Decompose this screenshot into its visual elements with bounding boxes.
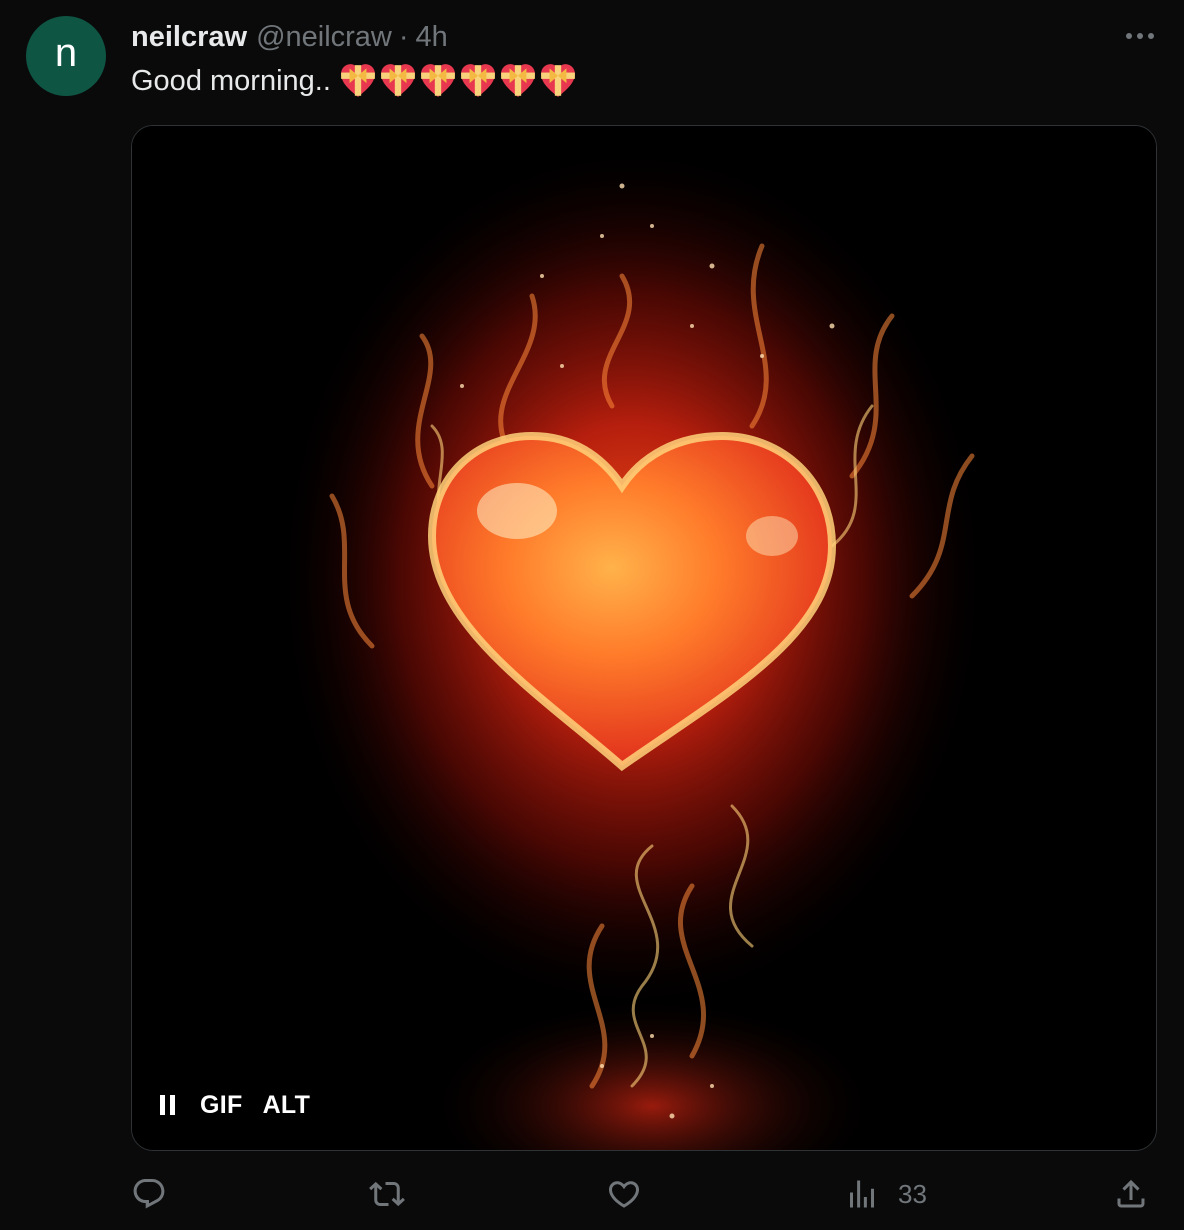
heart-with-ribbon-icon [381,64,415,97]
views-button[interactable]: 33 [844,1176,927,1212]
retweet-button[interactable] [369,1176,405,1212]
emoji-row [339,62,579,100]
avatar-letter: n [54,31,78,75]
heart-with-ribbon-icon [501,64,535,97]
reply-icon [133,1179,165,1209]
alt-text-button[interactable]: ALT [263,1091,311,1120]
share-icon [1117,1179,1145,1208]
flaming-heart-image [132,126,1156,1150]
heart-icon [608,1181,640,1208]
pause-button[interactable] [160,1094,180,1116]
gif-media[interactable]: GIF ALT [131,125,1157,1151]
timestamp[interactable]: 4h [416,21,448,54]
tweet-text: Good morning.. [131,61,579,101]
share-button[interactable] [1113,1176,1149,1212]
pause-icon-bar [160,1095,165,1115]
gif-badge: GIF [200,1090,243,1119]
display-name[interactable]: neilcraw [131,21,247,54]
header-separator: · [398,20,409,53]
more-dots-icon [1126,33,1154,39]
views-icon [850,1180,874,1208]
heart-with-ribbon-icon [421,64,455,97]
user-handle[interactable]: @neilcraw [256,21,392,54]
media-controls: GIF ALT [160,1088,330,1122]
more-options-button[interactable] [1120,22,1160,50]
heart-with-ribbon-icon [541,64,575,97]
heart-with-ribbon-icon [341,64,375,97]
tweet-text-content: Good morning.. [131,64,331,97]
views-count: 33 [898,1178,927,1209]
reply-button[interactable] [131,1176,167,1212]
heart-with-ribbon-icon [461,64,495,97]
tweet-header: neilcraw @neilcraw · 4h [131,18,448,56]
retweet-icon [369,1181,405,1207]
like-button[interactable] [606,1176,642,1212]
tweet-actions: 33 [0,1172,1184,1222]
avatar[interactable]: n [26,16,106,96]
pause-icon-bar [170,1095,175,1115]
